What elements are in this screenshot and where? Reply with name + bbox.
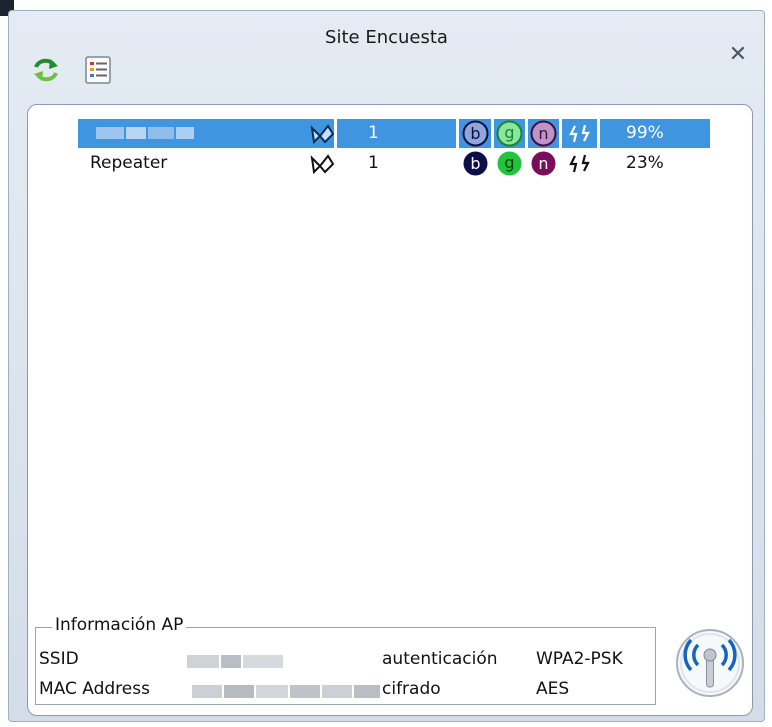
list-icon	[85, 56, 111, 84]
mode-b-icon: b	[462, 120, 489, 147]
network-row[interactable]: 1 b g n 99%	[78, 119, 710, 148]
cipher-value: AES	[536, 679, 570, 699]
adhoc-icon	[308, 120, 335, 147]
auth-value: WPA2-PSK	[536, 649, 623, 669]
security-icon	[566, 150, 593, 177]
network-ssid	[90, 119, 310, 148]
close-button[interactable]: ✕	[728, 44, 748, 66]
mode-n-icon: n	[530, 150, 557, 177]
connect-button[interactable]	[674, 627, 746, 699]
svg-text:b: b	[470, 124, 480, 143]
network-signal: 23%	[626, 153, 664, 173]
svg-text:n: n	[538, 124, 548, 143]
svg-text:g: g	[504, 123, 514, 142]
auth-label: autenticación	[382, 649, 498, 669]
mode-n-icon: n	[530, 120, 557, 147]
mode-g-icon: g	[496, 150, 523, 177]
svg-text:n: n	[538, 154, 548, 173]
cipher-label: cifrado	[382, 679, 441, 699]
network-channel: 1	[368, 153, 379, 173]
refresh-button[interactable]	[31, 55, 61, 85]
svg-text:b: b	[470, 154, 480, 173]
network-row[interactable]: Repeater 1 b g n 23%	[78, 149, 710, 178]
details-button[interactable]	[83, 55, 113, 85]
ap-info-group: Información AP SSID autenticación WPA2-P…	[35, 615, 656, 705]
network-channel: 1	[368, 123, 379, 143]
mode-g-icon: g	[496, 120, 523, 147]
ap-info-legend: Información AP	[52, 615, 187, 635]
window-title: Site Encuesta	[325, 27, 448, 48]
ssid-label: SSID	[39, 649, 79, 669]
mode-b-icon: b	[462, 150, 489, 177]
site-survey-window: Site Encuesta ✕ 1 b g n 99% Repeater 1 b…	[8, 10, 765, 722]
network-list-panel: 1 b g n 99% Repeater 1 b g n 23% Informa…	[27, 104, 753, 716]
adhoc-icon	[308, 150, 335, 177]
network-ssid: Repeater	[90, 153, 168, 173]
svg-text:g: g	[504, 153, 514, 172]
wireless-antenna-icon	[676, 629, 744, 697]
mac-address-label: MAC Address	[39, 679, 150, 699]
refresh-icon	[34, 58, 58, 82]
security-icon	[566, 120, 593, 147]
network-signal: 99%	[626, 123, 664, 143]
